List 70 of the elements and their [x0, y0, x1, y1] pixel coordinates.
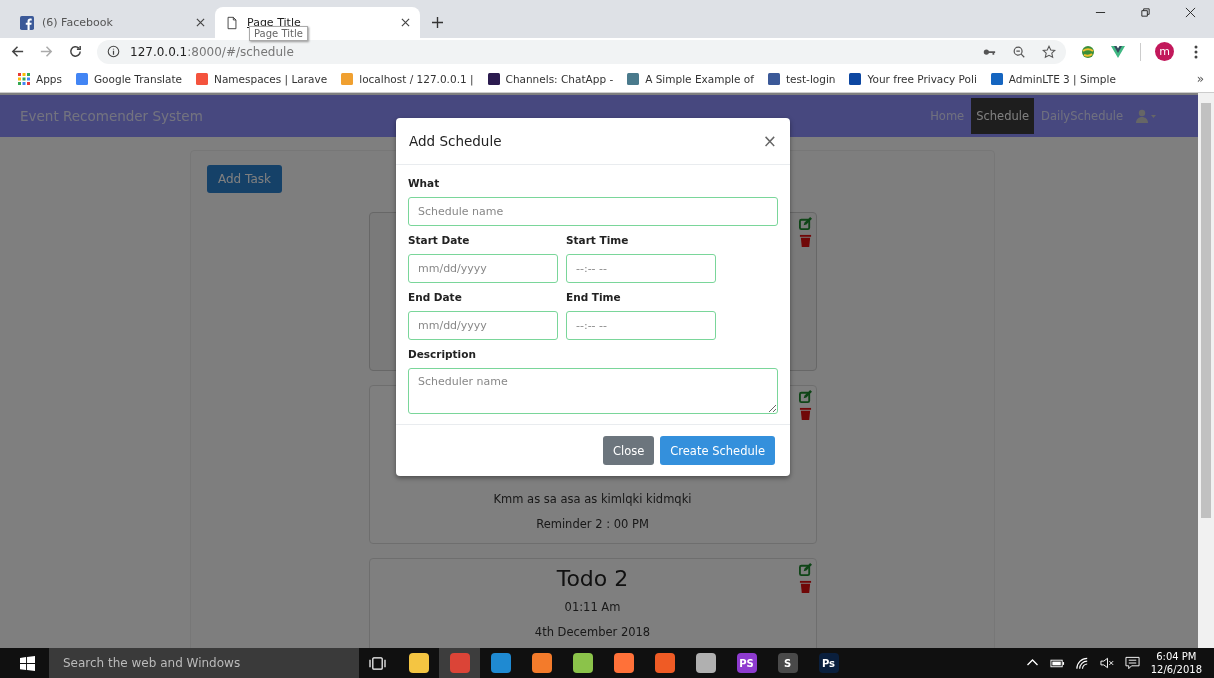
task-view-icon[interactable]	[369, 655, 386, 671]
field-label: Start Date	[408, 233, 471, 248]
field-label: End Time	[566, 290, 622, 305]
profile-avatar[interactable]: m	[1155, 42, 1174, 61]
page-icon	[225, 15, 239, 30]
bookmark[interactable]: Apps	[18, 72, 62, 85]
bookmark[interactable]: test-login	[767, 72, 836, 85]
todo-detail: 01:11 Am	[564, 599, 621, 616]
close-button[interactable]: Close	[602, 436, 655, 465]
bookmark[interactable]: Channels: ChatApp -	[487, 72, 614, 85]
close-icon[interactable]	[196, 18, 205, 27]
time-field[interactable]: --:-- --	[566, 311, 716, 340]
close-icon[interactable]	[401, 18, 410, 27]
restore-icon[interactable]	[1140, 6, 1151, 18]
trash-icon[interactable]	[798, 407, 812, 420]
taskbar-app[interactable]: S	[767, 648, 808, 678]
bookmark[interactable]: Google Translate	[76, 72, 183, 85]
address-bar[interactable]: 127.0.0.1:8000/#/schedule	[97, 39, 1066, 64]
field-label: End Date	[408, 290, 463, 305]
bookmark[interactable]: localhost / 127.0.0.1 |	[341, 72, 474, 85]
close-icon[interactable]	[1185, 6, 1196, 18]
info-icon[interactable]	[107, 45, 120, 58]
field-label: Description	[408, 347, 477, 362]
reload-icon[interactable]	[68, 44, 83, 59]
tooltip: Page Title	[249, 26, 308, 41]
apps-grid-icon	[18, 72, 30, 85]
field-label: Start Time	[566, 233, 630, 248]
globe-icon[interactable]	[1080, 43, 1096, 60]
facebook-icon	[20, 15, 34, 30]
taskbar-clock[interactable]: 6:04 PM 12/6/2018	[1150, 650, 1202, 676]
modal-title: Add Schedule	[409, 133, 502, 149]
description-field[interactable]: Scheduler name	[408, 368, 778, 414]
clock-date: 12/6/2018	[1150, 663, 1202, 676]
taskbar-app[interactable]: Ps	[808, 648, 849, 678]
close-icon[interactable]: ×	[762, 131, 777, 151]
wifi-icon[interactable]	[1074, 656, 1090, 670]
taskbar-app[interactable]: PS	[726, 648, 767, 678]
new-tab-icon[interactable]	[432, 17, 443, 28]
edit-icon[interactable]	[798, 563, 812, 576]
todo-detail: Reminder 2 : 00 PM	[536, 516, 649, 533]
date-field[interactable]: mm/dd/yyyy	[408, 254, 558, 283]
scrollbar[interactable]	[1198, 93, 1214, 648]
muted-speaker-icon[interactable]	[1099, 656, 1115, 670]
windows-start-icon[interactable]	[20, 655, 35, 671]
more-bookmarks[interactable]: »	[1196, 71, 1204, 86]
edit-icon[interactable]	[798, 390, 812, 403]
trash-icon[interactable]	[798, 580, 812, 593]
bookmark[interactable]: Your free Privacy Poli	[849, 72, 977, 85]
trash-icon[interactable]	[798, 234, 812, 247]
zoom-out-icon[interactable]	[1012, 44, 1026, 59]
notification-icon[interactable]	[1124, 656, 1140, 670]
todo-detail: 4th December 2018	[534, 624, 651, 641]
taskbar-search-field[interactable]: Search the web and Windows	[49, 648, 359, 678]
vue-icon[interactable]	[1110, 43, 1126, 60]
todo-detail: Kmm as sa asa as kimlqki kidmqki	[493, 491, 692, 508]
todo-title: Todo 2	[556, 565, 629, 593]
back-icon[interactable]	[10, 44, 25, 59]
field-label: What	[408, 176, 441, 191]
date-field[interactable]: mm/dd/yyyy	[408, 311, 558, 340]
bookmark[interactable]: AdminLTE 3 | Simple	[990, 72, 1116, 85]
time-field[interactable]: --:-- --	[566, 254, 716, 283]
url-text: 127.0.0.1:8000/#/schedule	[130, 44, 294, 59]
star-icon[interactable]	[1042, 44, 1056, 59]
browser-tab[interactable]: (6) Facebook	[10, 7, 215, 38]
nav-link[interactable]: Schedule	[971, 98, 1035, 134]
input-field[interactable]: Schedule name	[408, 197, 778, 226]
clock-time: 6:04 PM	[1156, 650, 1197, 663]
edit-icon[interactable]	[798, 217, 812, 230]
bookmark[interactable]: A Simple Example of	[627, 72, 754, 85]
bookmark[interactable]: Namespaces | Larave	[196, 72, 328, 85]
